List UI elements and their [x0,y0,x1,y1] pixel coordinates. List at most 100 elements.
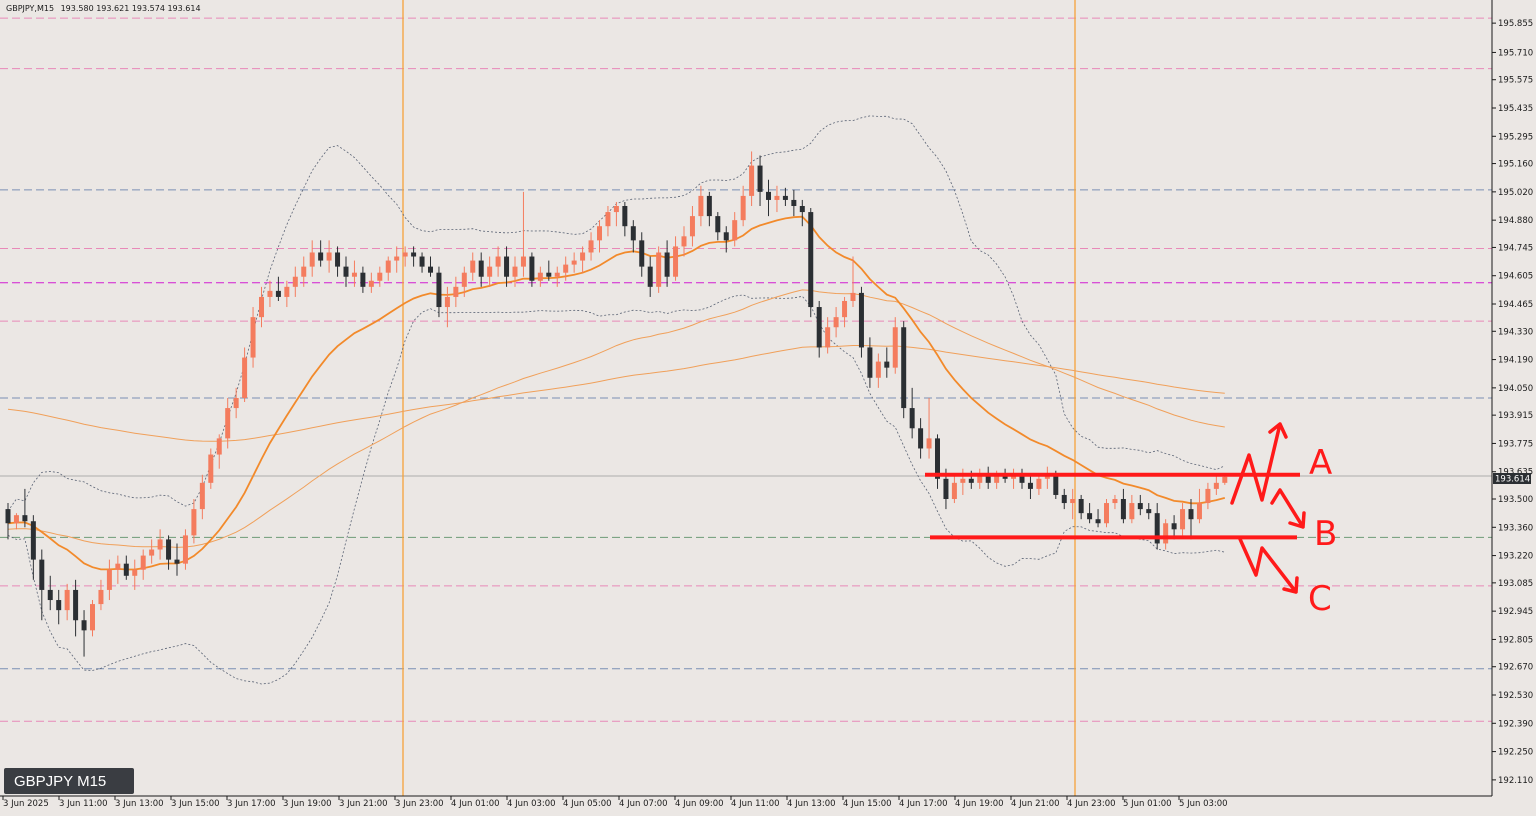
y-tick-label: 193.915 [1498,411,1533,421]
candle-body [174,559,180,564]
candle-body [461,272,467,287]
candle-body [250,317,256,358]
candle-body [681,236,687,247]
x-tick-label: 5 Jun 03:00 [1179,799,1228,809]
symbol-watermark: GBPJPY M15 [4,768,134,794]
candle-body [597,226,602,241]
candle-body [520,256,526,267]
candle-body [1171,523,1177,530]
candle-body [419,256,425,267]
x-tick-label: 4 Jun 09:00 [675,799,724,809]
candle-body [816,307,822,348]
candle-body [73,589,79,621]
x-tick-label: 4 Jun 05:00 [563,799,612,809]
candle-body [394,256,400,261]
candle-body [858,292,864,348]
candle-body [13,515,19,524]
candle-body [630,226,636,241]
x-tick-label: 3 Jun 23:00 [395,799,444,809]
x-tick-label: 4 Jun 21:00 [1011,799,1060,809]
candle-body [715,216,721,233]
candle-body [284,286,290,297]
price-chart[interactable]: ABC 195.855 195.710 195.575 195.435 195.295 1… [0,0,1536,816]
current-price-tag: 193.614 [1493,473,1531,485]
candle-body [605,212,611,227]
x-tick-label: 4 Jun 15:00 [843,799,892,809]
candle-body [309,252,315,267]
candle-body [833,317,839,328]
candle-body [132,569,138,576]
candle-body [216,438,222,455]
candle-body [436,272,442,308]
y-tick-label: 193.220 [1498,552,1533,562]
x-tick-label: 4 Jun 11:00 [731,799,780,809]
y-tick-label: 195.855 [1498,19,1533,29]
x-tick-label: 3 Jun 11:00 [59,799,108,809]
chart-background [0,0,1536,816]
candle-body [825,327,831,348]
candle-body [335,252,341,267]
symbol-info: GBPJPY,M15 [6,4,54,13]
candle-body [275,290,281,297]
candle-body [106,569,112,590]
symbol-header: GBPJPY,M15 193.580 193.621 193.574 193.6… [6,4,201,13]
candle-body [867,347,873,378]
x-tick-label: 4 Jun 03:00 [507,799,556,809]
candle-body [960,478,966,483]
candle [656,246,662,293]
candle-body [909,408,915,429]
candle-body [1120,499,1126,520]
x-tick-label: 4 Jun 23:00 [1067,799,1116,809]
candle-body [47,589,53,601]
candle-body [732,220,738,241]
x-tick-label: 3 Jun 2025 [3,799,49,809]
candle-body [529,256,535,281]
x-tick-label: 3 Jun 15:00 [171,799,220,809]
y-tick-label: 194.605 [1498,272,1533,282]
y-tick-label: 192.110 [1498,776,1533,786]
candle-body [1188,509,1194,520]
candle-body [98,589,104,605]
candle-body [233,397,239,409]
candle-body [385,260,391,273]
y-tick-label: 193.500 [1498,495,1533,505]
candle-body [377,272,383,281]
y-tick-label: 192.805 [1498,635,1533,645]
y-tick-label: 194.880 [1498,216,1533,226]
x-tick-label: 3 Jun 21:00 [339,799,388,809]
candle-body [504,256,510,277]
candle-body [512,266,518,277]
candle-body [487,266,493,277]
candle-body [191,509,197,536]
candle-body [22,515,28,522]
candle-body [884,361,890,368]
candle-body [199,482,205,510]
chart-window[interactable]: ABC 195.855 195.710 195.575 195.435 195.295 1… [0,0,1536,816]
candle-body [1129,503,1135,520]
candle-body [563,264,569,273]
candle-body [39,559,45,590]
candle-body [673,246,679,277]
candle-body [554,272,560,277]
y-tick-label: 192.250 [1498,748,1533,758]
candle-body [123,563,129,576]
y-tick-label: 193.360 [1498,523,1533,533]
candle-body [791,199,797,207]
candle-body [81,620,87,631]
x-tick-label: 4 Jun 13:00 [787,799,836,809]
candle-body [875,361,881,378]
y-tick-label: 194.745 [1498,243,1533,253]
candle [901,321,907,419]
candle-body [892,327,898,368]
candle-body [774,195,780,200]
candle-body [1137,503,1143,510]
y-tick-label: 193.775 [1498,439,1533,449]
y-tick-label: 194.190 [1498,356,1533,366]
candle-body [182,535,188,564]
candle-body [639,240,645,267]
y-tick-label: 195.710 [1498,48,1533,58]
candle-body [622,206,628,227]
candle-body [1070,499,1076,504]
candle-body [157,539,163,550]
candle-body [292,276,298,287]
